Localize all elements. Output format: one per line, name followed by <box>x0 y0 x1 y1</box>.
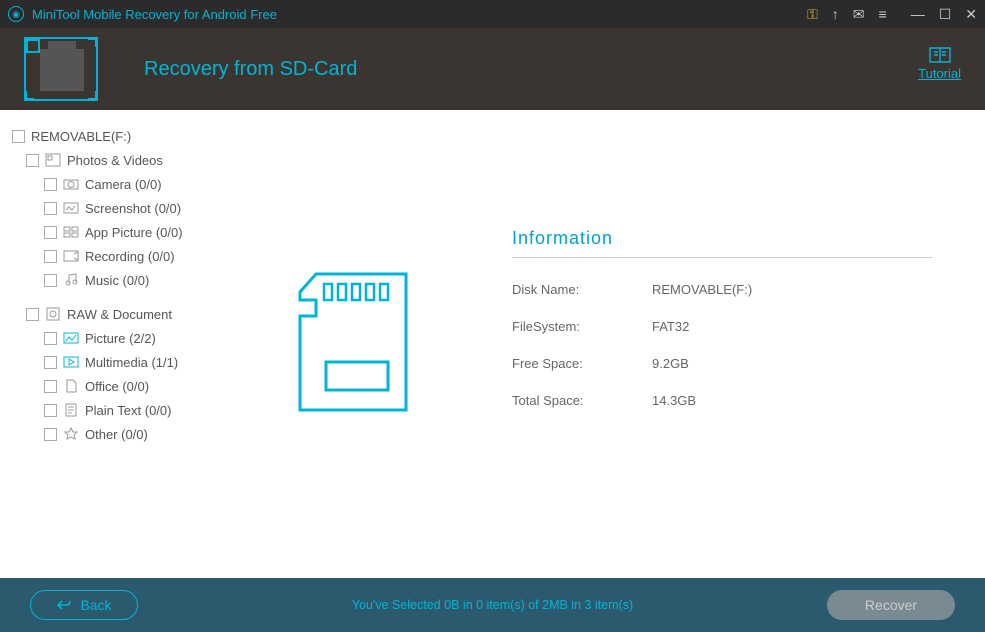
office-icon <box>63 378 79 394</box>
info-key: Free Space: <box>512 356 652 371</box>
info-row-totalspace: Total Space: 14.3GB <box>512 393 932 408</box>
menu-icon[interactable]: ≡ <box>879 6 887 22</box>
info-key: Total Space: <box>512 393 652 408</box>
recover-label: Recover <box>865 597 917 613</box>
recover-button[interactable]: Recover <box>827 590 955 620</box>
tree-item-screenshot[interactable]: Screenshot (0/0) <box>44 196 236 220</box>
info-heading: Information <box>512 228 932 258</box>
sd-card-icon <box>24 37 98 101</box>
info-key: Disk Name: <box>512 282 652 297</box>
window-controls: ⚿ ↑ ✉ ≡ — ☐ ✕ <box>807 6 977 23</box>
item-label: Plain Text (0/0) <box>85 403 171 418</box>
back-arrow-icon <box>56 599 72 611</box>
tutorial-label: Tutorial <box>918 66 961 81</box>
checkbox[interactable] <box>44 226 57 239</box>
tree-item-multimedia[interactable]: Multimedia (1/1) <box>44 350 236 374</box>
selection-status: You've Selected 0B in 0 item(s) of 2MB i… <box>352 598 633 612</box>
music-icon <box>63 272 79 288</box>
upgrade-icon[interactable]: ↑ <box>832 6 839 22</box>
checkbox[interactable] <box>44 380 57 393</box>
group-label: RAW & Document <box>67 307 172 322</box>
info-row-filesystem: FileSystem: FAT32 <box>512 319 932 334</box>
plaintext-icon <box>63 402 79 418</box>
checkbox[interactable] <box>44 178 57 191</box>
info-row-diskname: Disk Name: REMOVABLE(F:) <box>512 282 932 297</box>
info-value: 9.2GB <box>652 356 689 371</box>
checkbox[interactable] <box>44 356 57 369</box>
tree-group-photos[interactable]: Photos & Videos <box>26 148 236 172</box>
item-label: Other (0/0) <box>85 427 148 442</box>
item-label: Office (0/0) <box>85 379 149 394</box>
item-label: App Picture (0/0) <box>85 225 183 240</box>
tree-item-recording[interactable]: Recording (0/0) <box>44 244 236 268</box>
picture-icon <box>63 330 79 346</box>
info-value: 14.3GB <box>652 393 696 408</box>
group-label: Photos & Videos <box>67 153 163 168</box>
info-value: REMOVABLE(F:) <box>652 282 752 297</box>
app-title: MiniTool Mobile Recovery for Android Fre… <box>32 7 807 22</box>
tree-drive[interactable]: REMOVABLE(F:) <box>12 124 236 148</box>
content-area: REMOVABLE(F:) Photos & Videos Camera (0/… <box>0 110 985 578</box>
sidebar: REMOVABLE(F:) Photos & Videos Camera (0/… <box>0 110 236 578</box>
checkbox[interactable] <box>44 428 57 441</box>
checkbox[interactable] <box>44 250 57 263</box>
tree-item-camera[interactable]: Camera (0/0) <box>44 172 236 196</box>
checkbox[interactable] <box>26 154 39 167</box>
app-icon: ◉ <box>8 6 24 22</box>
tree-item-picture[interactable]: Picture (2/2) <box>44 326 236 350</box>
checkbox[interactable] <box>12 130 25 143</box>
screenshot-icon <box>63 200 79 216</box>
page-title: Recovery from SD-Card <box>144 58 357 81</box>
camera-icon <box>63 176 79 192</box>
item-label: Music (0/0) <box>85 273 149 288</box>
info-value: FAT32 <box>652 319 689 334</box>
item-label: Multimedia (1/1) <box>85 355 178 370</box>
item-label: Camera (0/0) <box>85 177 162 192</box>
raw-icon <box>45 306 61 322</box>
item-label: Recording (0/0) <box>85 249 175 264</box>
apppicture-icon <box>63 224 79 240</box>
titlebar: ◉ MiniTool Mobile Recovery for Android F… <box>0 0 985 28</box>
info-panel: Information Disk Name: REMOVABLE(F:) Fil… <box>512 228 932 430</box>
info-key: FileSystem: <box>512 319 652 334</box>
recording-icon <box>63 248 79 264</box>
minimize-button[interactable]: — <box>911 6 925 22</box>
tree-group-raw[interactable]: RAW & Document <box>26 302 236 326</box>
checkbox[interactable] <box>44 404 57 417</box>
mail-icon[interactable]: ✉ <box>853 6 865 23</box>
other-icon <box>63 426 79 442</box>
sd-card-illustration <box>294 272 410 419</box>
close-button[interactable]: ✕ <box>965 6 977 23</box>
tutorial-link[interactable]: Tutorial <box>918 46 961 81</box>
main-panel: Information Disk Name: REMOVABLE(F:) Fil… <box>236 110 985 578</box>
info-row-freespace: Free Space: 9.2GB <box>512 356 932 371</box>
item-label: Picture (2/2) <box>85 331 156 346</box>
key-icon[interactable]: ⚿ <box>807 6 818 23</box>
tree-item-plaintext[interactable]: Plain Text (0/0) <box>44 398 236 422</box>
tree-item-office[interactable]: Office (0/0) <box>44 374 236 398</box>
checkbox[interactable] <box>44 202 57 215</box>
maximize-button[interactable]: ☐ <box>939 6 952 23</box>
footer: Back You've Selected 0B in 0 item(s) of … <box>0 578 985 632</box>
checkbox[interactable] <box>44 332 57 345</box>
back-button[interactable]: Back <box>30 590 138 620</box>
photos-icon <box>45 152 61 168</box>
back-label: Back <box>80 597 111 613</box>
item-label: Screenshot (0/0) <box>85 201 181 216</box>
tree-item-music[interactable]: Music (0/0) <box>44 268 236 292</box>
checkbox[interactable] <box>26 308 39 321</box>
page-header: Recovery from SD-Card Tutorial <box>0 28 985 110</box>
multimedia-icon <box>63 354 79 370</box>
drive-label: REMOVABLE(F:) <box>31 129 131 144</box>
tree-item-other[interactable]: Other (0/0) <box>44 422 236 446</box>
checkbox[interactable] <box>44 274 57 287</box>
tree-item-apppicture[interactable]: App Picture (0/0) <box>44 220 236 244</box>
